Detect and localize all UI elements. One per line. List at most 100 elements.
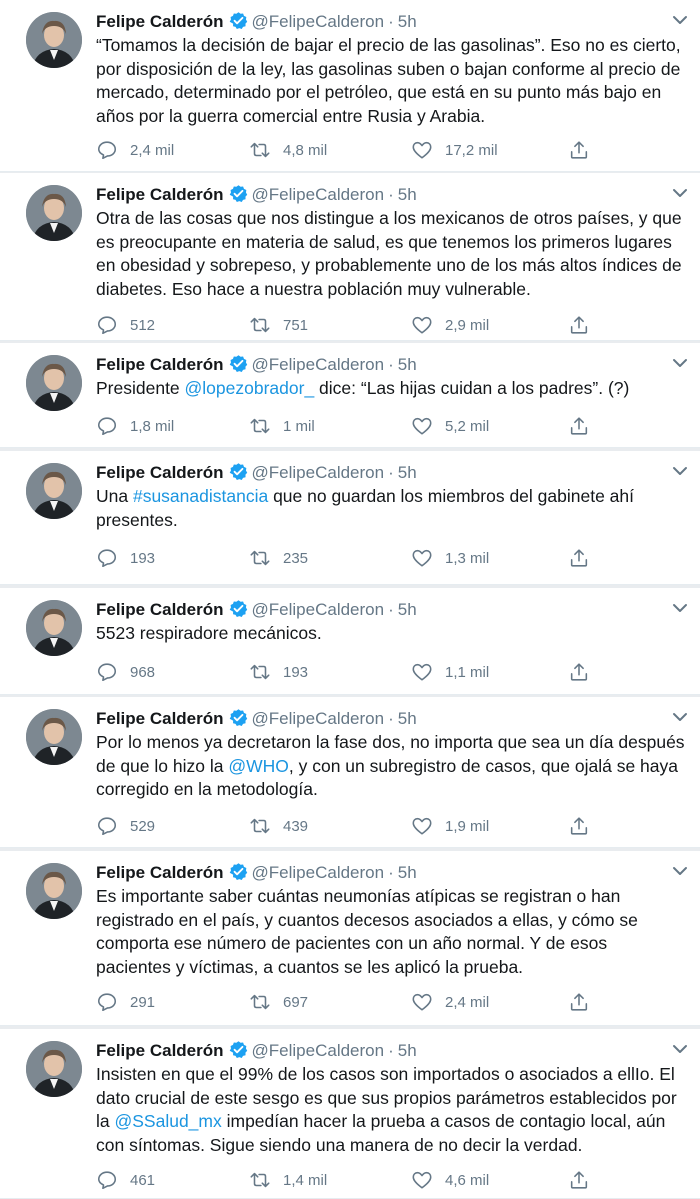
author-handle[interactable]: @FelipeCalderon (252, 355, 385, 374)
chevron-down-icon[interactable] (672, 357, 688, 369)
like-button[interactable]: 5,2 mil (411, 414, 489, 438)
author-name[interactable]: Felipe Calderón (96, 1041, 224, 1060)
retweet-button[interactable]: 439 (249, 814, 308, 838)
tweet[interactable]: Felipe Calderón @FelipeCalderon · 5h 5523 r… (0, 588, 700, 695)
reply-button[interactable]: 461 (96, 1168, 155, 1192)
chevron-down-icon[interactable] (672, 465, 688, 477)
tweet[interactable]: Felipe Calderón @FelipeCalderon · 5h Otra d… (0, 173, 700, 341)
retweet-icon (250, 317, 270, 333)
reply-button[interactable]: 1,8 mil (96, 414, 174, 438)
avatar[interactable] (26, 355, 82, 411)
avatar[interactable] (26, 185, 82, 241)
like-button[interactable]: 2,9 mil (411, 313, 489, 337)
author-handle[interactable]: @FelipeCalderon (252, 1041, 385, 1060)
tweet-time[interactable]: 5h (398, 863, 417, 882)
avatar[interactable] (26, 863, 82, 919)
retweet-button[interactable]: 1 mil (249, 414, 315, 438)
share-button[interactable] (568, 546, 590, 570)
retweet-icon (250, 664, 270, 680)
like-button[interactable]: 1,1 mil (411, 660, 489, 684)
avatar[interactable] (26, 709, 82, 765)
retweet-button[interactable]: 751 (249, 313, 308, 337)
author-handle[interactable]: @FelipeCalderon (252, 600, 385, 619)
retweet-button[interactable]: 235 (249, 546, 308, 570)
tweet[interactable]: Felipe Calderón @FelipeCalderon · 5h “Tomam… (0, 0, 700, 172)
reply-button[interactable]: 529 (96, 814, 155, 838)
like-button[interactable]: 1,9 mil (411, 814, 489, 838)
avatar[interactable] (26, 1041, 82, 1097)
reply-count: 461 (130, 1171, 156, 1189)
tweet[interactable]: Felipe Calderón @FelipeCalderon · 5h Una #s… (0, 451, 700, 585)
tweet-time[interactable]: 5h (398, 185, 417, 204)
mention-link[interactable]: @lopezobrador_ (185, 378, 315, 398)
share-button[interactable] (568, 814, 590, 838)
retweet-button[interactable]: 4,8 mil (249, 138, 327, 162)
author-name[interactable]: Felipe Calderón (96, 863, 224, 882)
chevron-down-icon[interactable] (672, 711, 688, 723)
tweet-time[interactable]: 5h (398, 355, 417, 374)
reply-button[interactable]: 968 (96, 660, 155, 684)
tweet-text-segment: Es importante saber cuántas neumonías at… (96, 886, 638, 977)
retweet-button[interactable]: 697 (249, 990, 308, 1014)
tweet-time[interactable]: 5h (398, 1041, 417, 1060)
author-name[interactable]: Felipe Calderón (96, 463, 224, 482)
tweet-time[interactable]: 5h (398, 709, 417, 728)
share-button[interactable] (568, 990, 590, 1014)
chevron-down-icon[interactable] (672, 14, 688, 26)
tweet[interactable]: Felipe Calderón @FelipeCalderon · 5h Es imp… (0, 851, 700, 1026)
share-button[interactable] (568, 138, 590, 162)
tweet[interactable]: Felipe Calderón @FelipeCalderon · 5h Por lo… (0, 697, 700, 848)
like-button[interactable]: 1,3 mil (411, 546, 489, 570)
chevron-down-icon[interactable] (672, 1043, 688, 1055)
tweet-time[interactable]: 5h (398, 463, 417, 482)
retweet-button[interactable]: 1,4 mil (249, 1168, 327, 1192)
reply-button[interactable]: 193 (96, 546, 155, 570)
separator-dot: · (388, 709, 394, 728)
avatar[interactable] (26, 600, 82, 656)
author-handle[interactable]: @FelipeCalderon (252, 12, 385, 31)
tweet[interactable]: Felipe Calderón @FelipeCalderon · 5h Insist… (0, 1029, 700, 1199)
chevron-down-icon[interactable] (672, 602, 688, 614)
mention-link[interactable]: @WHO (228, 756, 289, 776)
author-name[interactable]: Felipe Calderón (96, 709, 224, 728)
reply-count: 193 (130, 549, 156, 567)
reply-icon (97, 817, 117, 836)
mention-link[interactable]: #susanadistancia (133, 486, 268, 506)
mention-link[interactable]: @SSalud_mx (114, 1111, 221, 1131)
tweet-text-segment: 5523 respiradore mecánicos. (96, 623, 322, 643)
retweet-button[interactable]: 193 (249, 660, 308, 684)
reply-button[interactable]: 291 (96, 990, 155, 1014)
author-name[interactable]: Felipe Calderón (96, 12, 224, 31)
avatar[interactable] (26, 463, 82, 519)
author-name[interactable]: Felipe Calderón (96, 185, 224, 204)
verified-badge-icon (229, 709, 247, 727)
tweet-time[interactable]: 5h (398, 12, 417, 31)
author-handle[interactable]: @FelipeCalderon (252, 863, 385, 882)
author-handle[interactable]: @FelipeCalderon (252, 463, 385, 482)
author-name[interactable]: Felipe Calderón (96, 600, 224, 619)
retweet-icon (250, 818, 270, 834)
share-button[interactable] (568, 1168, 590, 1192)
tweet-header: Felipe Calderón @FelipeCalderon · 5h (96, 707, 660, 731)
like-button[interactable]: 17,2 mil (411, 138, 498, 162)
tweet-actions: 512 751 2,9 mil (96, 313, 692, 337)
reply-button[interactable]: 2,4 mil (96, 138, 174, 162)
author-name[interactable]: Felipe Calderón (96, 355, 224, 374)
share-button[interactable] (568, 313, 590, 337)
chevron-down-icon[interactable] (672, 865, 688, 877)
like-button[interactable]: 2,4 mil (411, 990, 489, 1014)
like-button[interactable]: 4,6 mil (411, 1168, 489, 1192)
tweet-time[interactable]: 5h (398, 600, 417, 619)
reply-button[interactable]: 512 (96, 313, 155, 337)
share-button[interactable] (568, 660, 590, 684)
reply-count: 529 (130, 817, 156, 835)
author-handle[interactable]: @FelipeCalderon (252, 185, 385, 204)
reply-icon (97, 1171, 117, 1190)
tweet[interactable]: Felipe Calderón @FelipeCalderon · 5h Presid… (0, 343, 700, 448)
author-handle[interactable]: @FelipeCalderon (252, 709, 385, 728)
reply-icon (97, 417, 117, 436)
tweet-header: Felipe Calderón @FelipeCalderon · 5h (96, 461, 660, 485)
avatar[interactable] (26, 12, 82, 68)
chevron-down-icon[interactable] (672, 187, 688, 199)
share-button[interactable] (568, 414, 590, 438)
